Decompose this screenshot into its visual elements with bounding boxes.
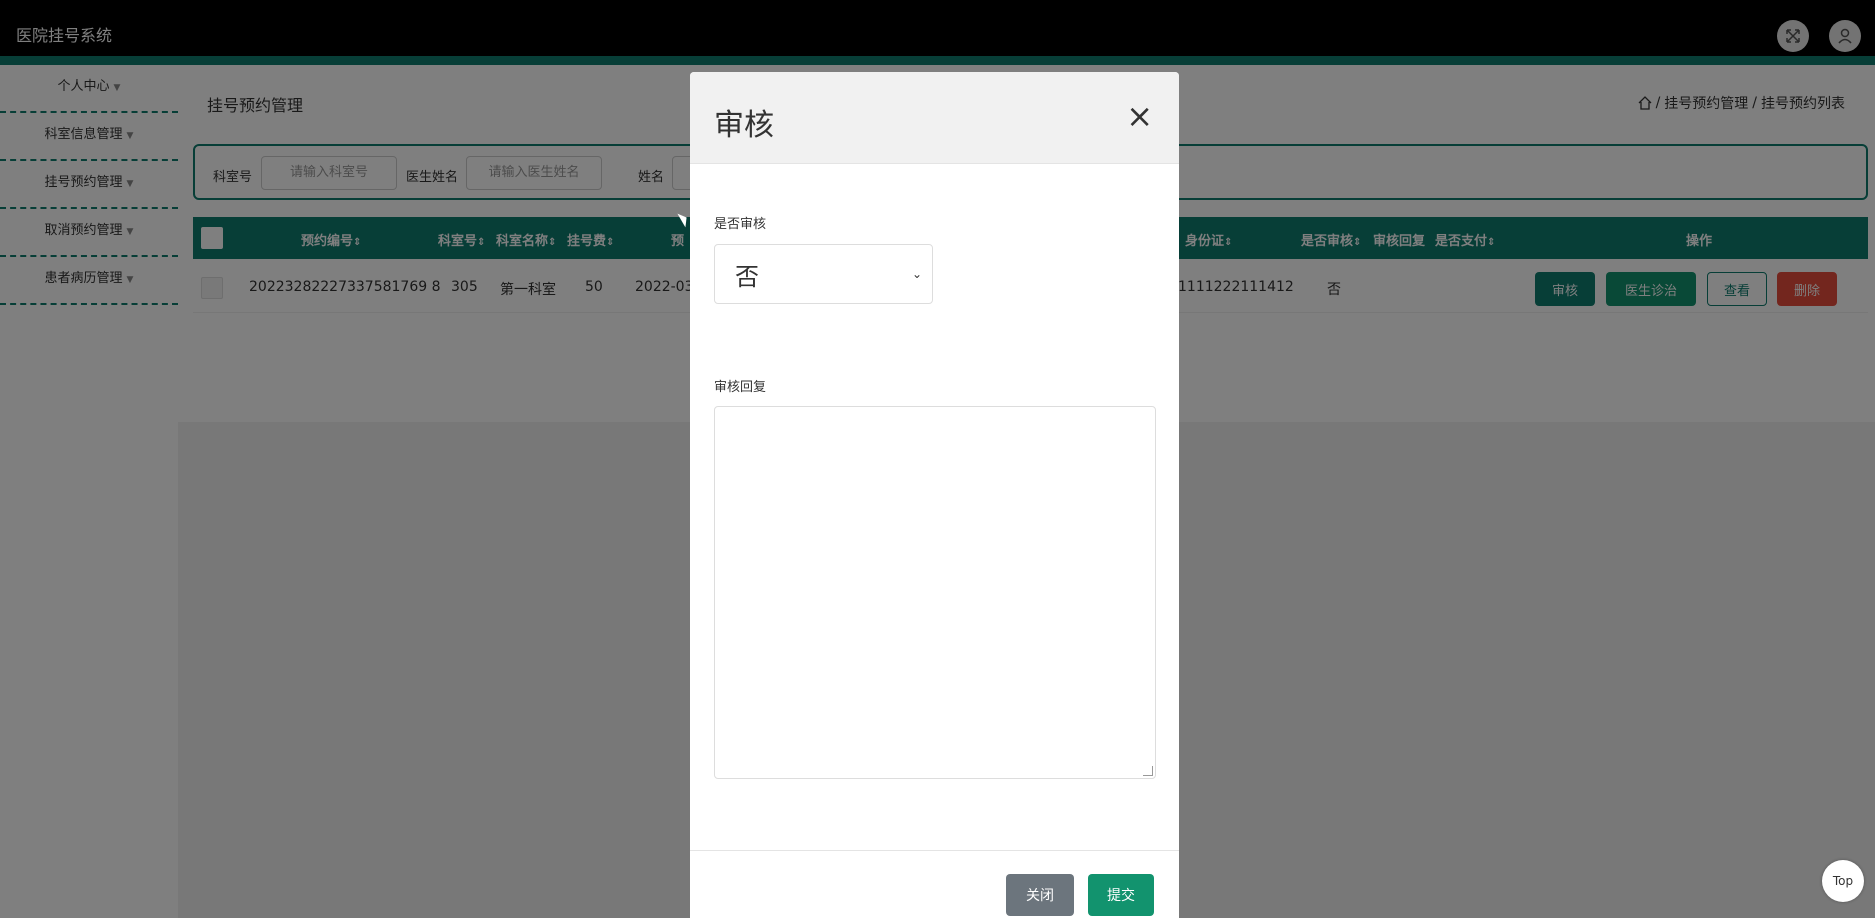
close-icon[interactable]: × xyxy=(1126,100,1153,132)
review-reply-label: 审核回复 xyxy=(714,380,767,395)
resize-grip-icon[interactable] xyxy=(1143,766,1153,776)
modal-header: 审核 × xyxy=(690,72,1179,164)
review-modal: 审核 × 是否审核 否 ⌄ 审核回复 关闭 提交 xyxy=(690,72,1179,918)
review-reply-textarea[interactable] xyxy=(714,406,1156,779)
review-status-label: 是否审核 xyxy=(714,217,767,232)
modal-title: 审核 xyxy=(714,108,774,143)
review-status-value: 否 xyxy=(735,262,759,291)
review-status-select[interactable]: 否 ⌄ xyxy=(714,244,933,304)
submit-button[interactable]: 提交 xyxy=(1088,874,1154,916)
chevron-down-icon: ⌄ xyxy=(911,267,922,281)
back-to-top-button[interactable]: Top xyxy=(1822,860,1864,902)
close-button[interactable]: 关闭 xyxy=(1006,874,1074,916)
modal-footer-divider xyxy=(690,850,1179,851)
